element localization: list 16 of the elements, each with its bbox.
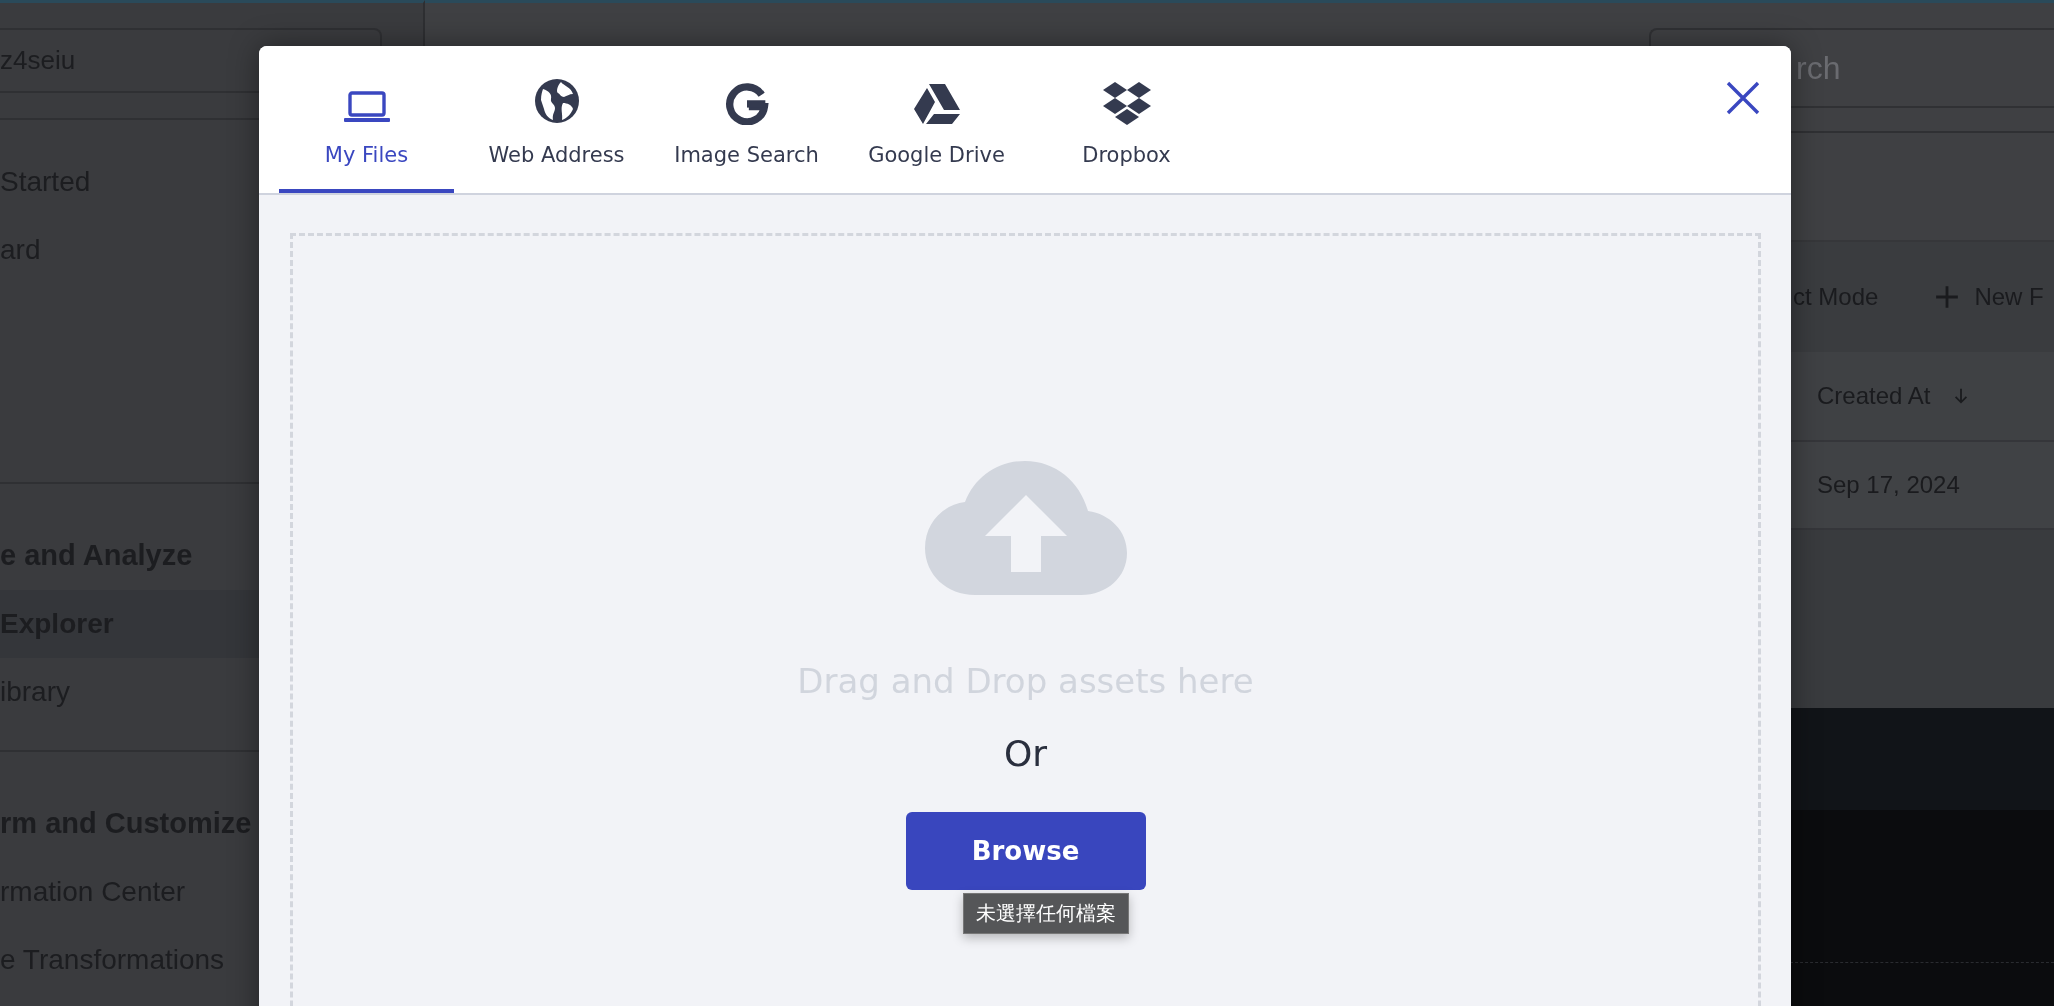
globe-icon <box>532 77 581 125</box>
browse-button[interactable]: Browse <box>905 812 1146 890</box>
google-icon <box>724 81 769 125</box>
drive-icon <box>912 83 961 125</box>
source-tab[interactable]: Image Search <box>659 46 834 193</box>
close-icon <box>1725 80 1761 116</box>
source-tab[interactable]: My Files <box>279 46 454 193</box>
source-tab[interactable]: Web Address <box>469 46 644 193</box>
or-label: Or <box>1003 733 1048 774</box>
dropbox-icon <box>1101 81 1152 125</box>
cloud-upload-icon <box>924 461 1127 595</box>
source-tab[interactable]: Google Drive <box>849 46 1024 193</box>
laptop-icon <box>342 89 391 125</box>
plus-icon <box>1934 284 1961 310</box>
source-tab[interactable]: Dropbox <box>1039 46 1214 193</box>
tooltip: 未選擇任何檔案 <box>962 893 1129 934</box>
